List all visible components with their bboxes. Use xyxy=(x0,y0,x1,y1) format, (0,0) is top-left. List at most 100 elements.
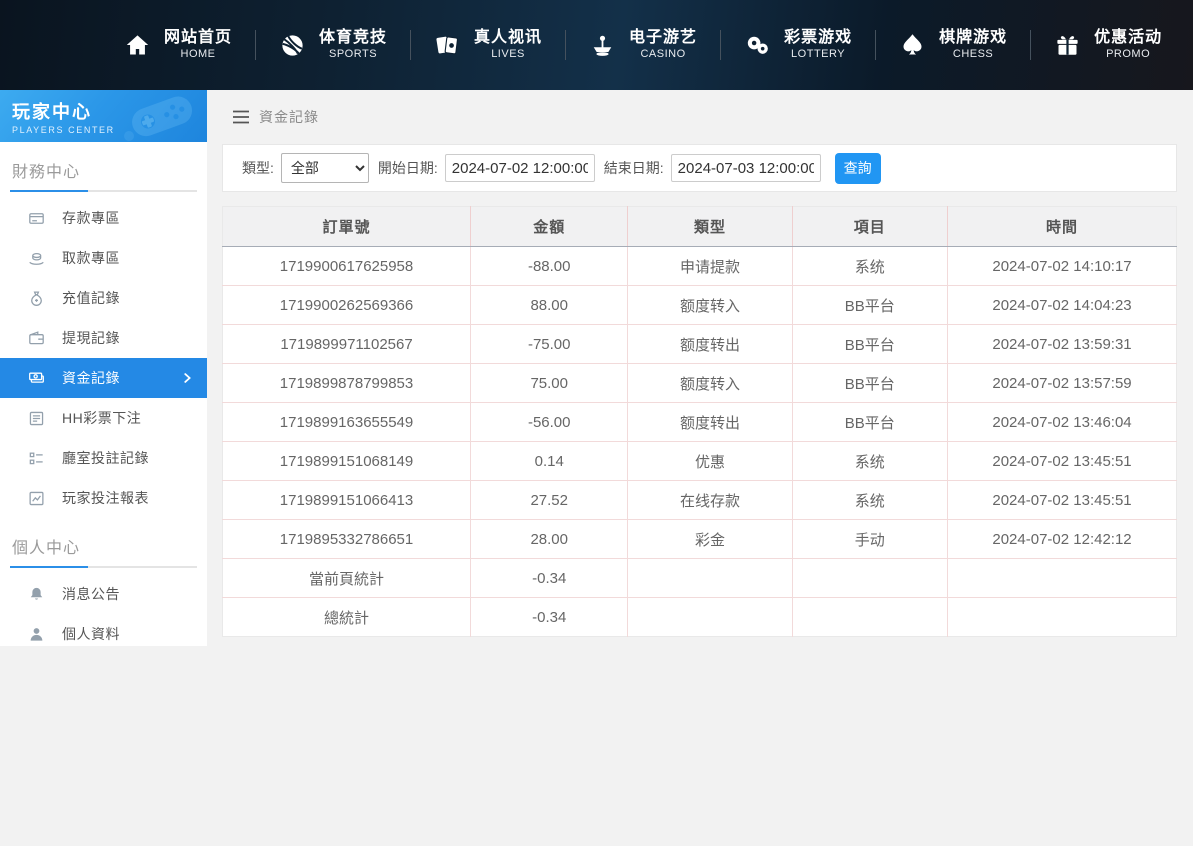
wallet-icon xyxy=(28,330,45,347)
menu-icon[interactable] xyxy=(232,110,250,124)
cell-project: BB平台 xyxy=(792,364,948,403)
casino-icon xyxy=(588,31,616,59)
cell-amount: -88.00 xyxy=(471,247,628,286)
cell-type: 优惠 xyxy=(628,442,792,481)
nav-items: 网站首页 HOME 体育竞技 SPORTS 真人视讯 LIVES xyxy=(0,0,1193,90)
cell-time: 2024-07-02 13:57:59 xyxy=(948,364,1177,403)
sidebar-personal-items: 消息公告 個人資料 xyxy=(0,574,207,654)
cell-time xyxy=(948,598,1177,637)
sidebar: 玩家中心 PLAYERS CENTER 財務中心 xyxy=(0,90,207,646)
table-row: 1719900262569366 88.00 额度转入 BB平台 2024-07… xyxy=(223,286,1177,325)
search-button[interactable]: 查詢 xyxy=(835,153,881,184)
table-row: 1719899163655549 -56.00 额度转出 BB平台 2024-0… xyxy=(223,403,1177,442)
cell-amount: 75.00 xyxy=(471,364,628,403)
nav-item-label: 优惠活动 xyxy=(1094,28,1162,48)
nav-item-label: 体育竞技 xyxy=(319,28,387,48)
table-row: 當前頁統計 -0.34 xyxy=(223,559,1177,598)
deposit-card-icon xyxy=(28,210,45,227)
cell-amount: -0.34 xyxy=(471,559,628,598)
table-row: 1719899878799853 75.00 额度转入 BB平台 2024-07… xyxy=(223,364,1177,403)
bell-icon xyxy=(28,586,45,603)
section-divider xyxy=(10,566,197,568)
sidebar-section-finance-title: 財務中心 xyxy=(0,142,207,190)
sidebar-item-withdraw[interactable]: 取款專區 xyxy=(0,238,207,278)
nav-item-sublabel: HOME xyxy=(181,48,216,62)
sidebar-finance-items: 存款專區 取款專區 充值記錄 xyxy=(0,198,207,518)
sidebar-item-player-bet-report[interactable]: 玩家投注報表 xyxy=(0,478,207,518)
sidebar-item-deposit[interactable]: 存款專區 xyxy=(0,198,207,238)
cell-order-no: 1719899971102567 xyxy=(223,325,471,364)
nav-item-sublabel: LOTTERY xyxy=(791,48,845,62)
table-body: 1719900617625958 -88.00 申请提款 系统 2024-07-… xyxy=(223,247,1177,637)
nav-item-label: 棋牌游戏 xyxy=(939,28,1007,48)
nav-item-label: 真人视讯 xyxy=(474,28,542,48)
cell-type xyxy=(628,559,792,598)
sidebar-item-label: 個人資料 xyxy=(62,624,120,644)
start-date-input[interactable] xyxy=(445,154,595,182)
sidebar-item-notice[interactable]: 消息公告 xyxy=(0,574,207,614)
gamepad-icon xyxy=(117,92,203,142)
nav-lottery[interactable]: 彩票游戏 LOTTERY xyxy=(720,28,875,62)
sidebar-item-hh-lottery-bet[interactable]: HH彩票下注 xyxy=(0,398,207,438)
nav-lives[interactable]: 真人视讯 LIVES xyxy=(410,28,565,62)
spade-icon xyxy=(898,31,926,59)
sidebar-item-funds-record[interactable]: 資金記錄 xyxy=(0,358,207,398)
sidebar-item-withdrawal-record[interactable]: 提現記錄 xyxy=(0,318,207,358)
cell-amount: -0.34 xyxy=(471,598,628,637)
cell-order-no: 1719900617625958 xyxy=(223,247,471,286)
cell-time: 2024-07-02 13:45:51 xyxy=(948,481,1177,520)
lottery-icon xyxy=(743,31,771,59)
sidebar-item-profile[interactable]: 個人資料 xyxy=(0,614,207,654)
cell-type: 额度转入 xyxy=(628,364,792,403)
sidebar-item-label: 存款專區 xyxy=(62,208,120,228)
cell-order-no: 1719899151068149 xyxy=(223,442,471,481)
end-date-input[interactable] xyxy=(671,154,821,182)
type-label: 類型: xyxy=(242,158,274,178)
nav-sports[interactable]: 体育竞技 SPORTS xyxy=(255,28,410,62)
cell-type: 申请提款 xyxy=(628,247,792,286)
cell-amount: 28.00 xyxy=(471,520,628,559)
cell-project: BB平台 xyxy=(792,325,948,364)
sidebar-item-hall-bet-record[interactable]: 廳室投註記錄 xyxy=(0,438,207,478)
table-header-cell: 訂單號 xyxy=(223,207,471,247)
type-select[interactable]: 全部 xyxy=(281,153,369,183)
cards-icon xyxy=(433,31,461,59)
nav-item-sublabel: LIVES xyxy=(491,48,525,62)
cell-time: 2024-07-02 14:04:23 xyxy=(948,286,1177,325)
person-icon xyxy=(28,626,45,643)
sidebar-item-recharge-record[interactable]: 充值記錄 xyxy=(0,278,207,318)
sidebar-item-label: 玩家投注報表 xyxy=(62,488,149,508)
cell-project: 手动 xyxy=(792,520,948,559)
cell-project: 系统 xyxy=(792,442,948,481)
banknotes-icon xyxy=(28,370,45,387)
funds-record-table: 訂單號金額類型項目時間 1719900617625958 -88.00 申请提款… xyxy=(222,206,1177,637)
cell-order-no: 1719899878799853 xyxy=(223,364,471,403)
cell-order-no: 1719899163655549 xyxy=(223,403,471,442)
end-date-label: 結束日期: xyxy=(604,158,664,178)
nav-promo[interactable]: 优惠活动 PROMO xyxy=(1030,28,1185,62)
cell-order-no: 1719899151066413 xyxy=(223,481,471,520)
table-row: 1719900617625958 -88.00 申请提款 系统 2024-07-… xyxy=(223,247,1177,286)
withdraw-hand-icon xyxy=(28,250,45,267)
home-icon xyxy=(123,31,151,59)
sports-icon xyxy=(278,31,306,59)
cell-amount: 0.14 xyxy=(471,442,628,481)
report-chart-icon xyxy=(28,490,45,507)
nav-home[interactable]: 网站首页 HOME xyxy=(100,28,255,62)
cell-type: 额度转入 xyxy=(628,286,792,325)
cell-time xyxy=(948,559,1177,598)
cell-amount: -56.00 xyxy=(471,403,628,442)
cell-project: BB平台 xyxy=(792,403,948,442)
main-content: 資金記錄 類型: 全部 開始日期: 結束日期: 查詢 訂單號金額類型項目時間 1… xyxy=(207,90,1193,846)
breadcrumb: 資金記錄 xyxy=(222,90,1177,144)
cell-project xyxy=(792,598,948,637)
cell-order-no: 1719900262569366 xyxy=(223,286,471,325)
nav-chess[interactable]: 棋牌游戏 CHESS xyxy=(875,28,1030,62)
moneybag-icon xyxy=(28,290,45,307)
nav-casino[interactable]: 电子游艺 CASINO xyxy=(565,28,720,62)
table-header-cell: 項目 xyxy=(792,207,948,247)
cell-project xyxy=(792,559,948,598)
cell-time: 2024-07-02 13:59:31 xyxy=(948,325,1177,364)
table-row: 總統計 -0.34 xyxy=(223,598,1177,637)
cell-amount: 88.00 xyxy=(471,286,628,325)
